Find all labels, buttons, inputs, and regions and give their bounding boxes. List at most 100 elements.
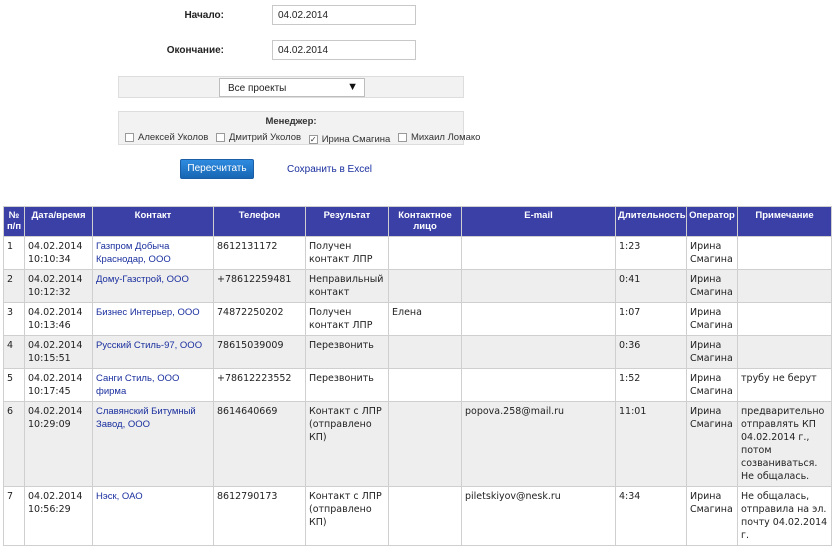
checkbox-icon[interactable]	[397, 133, 407, 142]
save-excel-link[interactable]: Сохранить в Excel	[287, 164, 372, 175]
cell-operator: Ирина Смагина	[686, 302, 738, 336]
calls-table: № п/п Дата/время Контакт Телефон Результ…	[3, 206, 832, 546]
cell-contact-person	[388, 236, 462, 270]
cell-phone: +78612223552	[213, 368, 306, 402]
manager-option[interactable]: Алексей Уколов	[125, 132, 208, 143]
cell-number: 1	[3, 236, 25, 270]
cell-result: Неправильный контакт	[305, 269, 389, 303]
manager-options: Алексей Уколов Дмитрий Уколов ✓ Ирина Сма…	[125, 132, 485, 145]
cell-phone: 8612790173	[213, 486, 306, 546]
checkbox-icon[interactable]	[215, 133, 225, 142]
cell-duration: 1:07	[615, 302, 687, 336]
cell-datetime: 04.02.2014 10:10:34	[24, 236, 93, 270]
cell-contact-person	[388, 401, 462, 487]
cell-email	[461, 302, 616, 336]
cell-datetime: 04.02.2014 10:17:45	[24, 368, 93, 402]
cell-operator: Ирина Смагина	[686, 368, 738, 402]
cell-phone: 8612131172	[213, 236, 306, 270]
cell-duration: 11:01	[615, 401, 687, 487]
cell-result: Перезвонить	[305, 368, 389, 402]
cell-result: Контакт с ЛПР (отправлено КП)	[305, 401, 389, 487]
cell-note: предварительно отправлять КП 04.02.2014 …	[737, 401, 832, 487]
end-date-label: Окончание:	[166, 45, 224, 56]
table-row: 5 04.02.2014 10:17:45 Санги Стиль, ООО ф…	[3, 368, 832, 402]
cell-datetime: 04.02.2014 10:29:09	[24, 401, 93, 487]
cell-contact-link[interactable]: Газпром Добыча Краснодар, ООО	[92, 236, 214, 270]
start-date-label: Начало:	[184, 10, 224, 21]
cell-duration: 0:36	[615, 335, 687, 369]
cell-operator: Ирина Смагина	[686, 486, 738, 546]
cell-duration: 1:52	[615, 368, 687, 402]
cell-operator: Ирина Смагина	[686, 335, 738, 369]
end-date-input[interactable]: 04.02.2014	[272, 40, 416, 60]
manager-filter-panel: Менеджер: Алексей Уколов Дмитрий Уколов …	[118, 111, 480, 145]
cell-note: трубу не берут	[737, 368, 832, 402]
cell-number: 4	[3, 335, 25, 369]
cell-contact-person	[388, 486, 462, 546]
col-header-duration[interactable]: Длительность	[615, 206, 687, 237]
col-header-datetime[interactable]: Дата/время	[24, 206, 93, 237]
recalculate-button[interactable]: Пересчитать	[180, 159, 254, 179]
cell-contact-link[interactable]: Русский Стиль-97, ООО	[92, 335, 214, 369]
table-row: 3 04.02.2014 10:13:46 Бизнес Интерьер, О…	[3, 302, 832, 336]
cell-email: piletskiyov@nesk.ru	[461, 486, 616, 546]
col-header-contact[interactable]: Контакт	[92, 206, 214, 237]
table-row: 2 04.02.2014 10:12:32 Дому-Газстрой, ООО…	[3, 269, 832, 303]
cell-note	[737, 302, 832, 336]
cell-duration: 1:23	[615, 236, 687, 270]
cell-number: 3	[3, 302, 25, 336]
project-select[interactable]: Все проекты ▼	[219, 78, 365, 97]
cell-note	[737, 335, 832, 369]
cell-datetime: 04.02.2014 10:12:32	[24, 269, 93, 303]
cell-result: Контакт с ЛПР (отправлено КП)	[305, 486, 389, 546]
cell-contact-link[interactable]: Санги Стиль, ООО фирма	[92, 368, 214, 402]
manager-option[interactable]: ✓ Ирина Смагина	[308, 134, 390, 145]
col-header-email[interactable]: E-mail	[461, 206, 616, 237]
cell-contact-person	[388, 269, 462, 303]
project-filter-panel: Все проекты ▼	[118, 76, 464, 98]
col-header-note[interactable]: Примечание	[737, 206, 832, 237]
cell-result: Получен контакт ЛПР	[305, 302, 389, 336]
col-header-operator[interactable]: Оператор	[686, 206, 738, 237]
cell-note	[737, 269, 832, 303]
checkbox-checked-icon[interactable]: ✓	[308, 135, 318, 144]
cell-contact-person	[388, 335, 462, 369]
start-date-input[interactable]: 04.02.2014	[272, 5, 416, 25]
manager-option[interactable]: Михаил Ломако	[397, 132, 480, 143]
cell-contact-link[interactable]: Бизнес Интерьер, ООО	[92, 302, 214, 336]
cell-phone: +78612259481	[213, 269, 306, 303]
col-header-result[interactable]: Результат	[305, 206, 389, 237]
cell-contact-person	[388, 368, 462, 402]
cell-contact-link[interactable]: Славянский Битумный Завод, ООО	[92, 401, 214, 487]
cell-contact-link[interactable]: Дому-Газстрой, ООО	[92, 269, 214, 303]
cell-email: popova.258@mail.ru	[461, 401, 616, 487]
cell-email	[461, 269, 616, 303]
cell-number: 7	[3, 486, 25, 546]
col-header-number[interactable]: № п/п	[3, 206, 25, 237]
cell-datetime: 04.02.2014 10:13:46	[24, 302, 93, 336]
cell-phone: 78615039009	[213, 335, 306, 369]
cell-duration: 0:41	[615, 269, 687, 303]
cell-result: Получен контакт ЛПР	[305, 236, 389, 270]
table-row: 1 04.02.2014 10:10:34 Газпром Добыча Кра…	[3, 236, 832, 270]
cell-contact-person: Елена	[388, 302, 462, 336]
dropdown-arrow-icon: ▼	[347, 81, 358, 93]
cell-operator: Ирина Смагина	[686, 236, 738, 270]
cell-note: Не общалась, отправила на эл. почту 04.0…	[737, 486, 832, 546]
col-header-contact-person[interactable]: Контактное лицо	[388, 206, 462, 237]
cell-email	[461, 335, 616, 369]
cell-email	[461, 368, 616, 402]
cell-number: 2	[3, 269, 25, 303]
cell-datetime: 04.02.2014 10:15:51	[24, 335, 93, 369]
cell-operator: Ирина Смагина	[686, 269, 738, 303]
manager-option[interactable]: Дмитрий Уколов	[215, 132, 301, 143]
table-row: 4 04.02.2014 10:15:51 Русский Стиль-97, …	[3, 335, 832, 369]
col-header-phone[interactable]: Телефон	[213, 206, 306, 237]
checkbox-icon[interactable]	[125, 133, 134, 142]
cell-note	[737, 236, 832, 270]
table-row: 6 04.02.2014 10:29:09 Славянский Битумны…	[3, 401, 832, 487]
cell-contact-link[interactable]: Нэск, ОАО	[92, 486, 214, 546]
cell-duration: 4:34	[615, 486, 687, 546]
table-header-row: № п/п Дата/время Контакт Телефон Результ…	[3, 206, 832, 237]
cell-result: Перезвонить	[305, 335, 389, 369]
